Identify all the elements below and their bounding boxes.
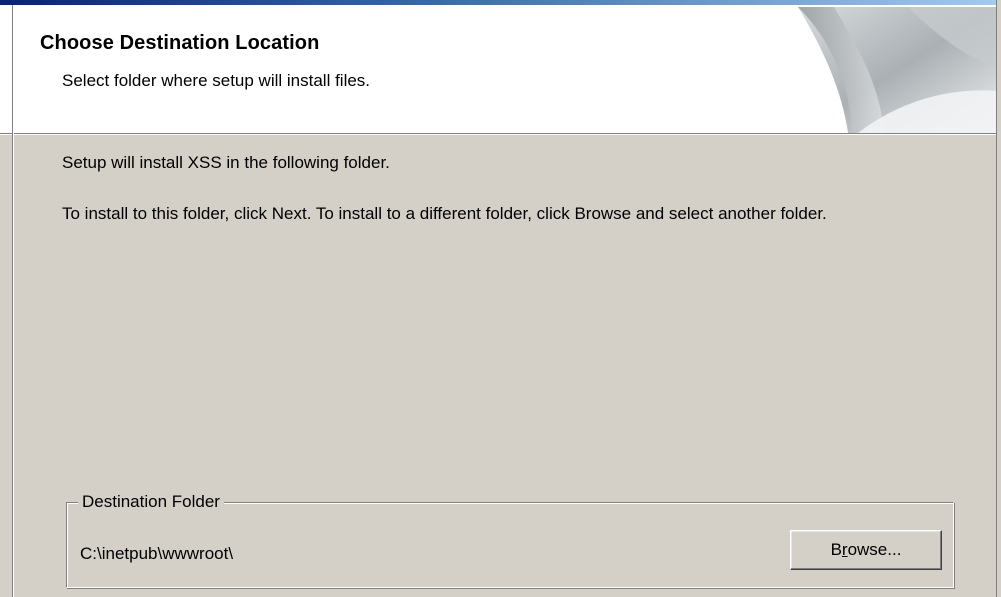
browse-label-pre: B [830,540,842,559]
install-instructions-text: To install to this folder, click Next. T… [62,204,827,223]
destination-folder-label: Destination Folder [78,492,224,512]
page-curl-graphic-icon [798,7,998,133]
dialog-header: Choose Destination Location Select folde… [0,5,1001,134]
dialog-right-border [996,0,1001,597]
destination-path-text: C:\inetpub\wwwroot\ [80,544,234,563]
install-location-text: Setup will install XSS in the following … [62,153,390,172]
page-title: Choose Destination Location [40,32,320,54]
browse-button[interactable]: Browse... [790,530,942,570]
page-subtitle: Select folder where setup will install f… [62,71,371,90]
browse-label-post: owse... [847,540,902,559]
